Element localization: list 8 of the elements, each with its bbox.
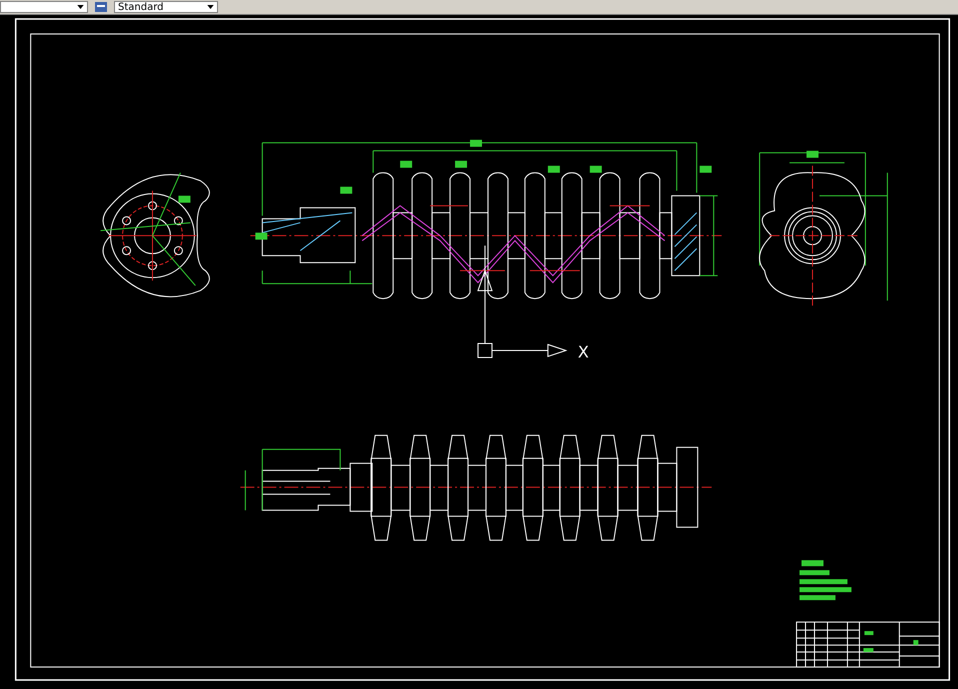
layer-dropdown[interactable] [0,1,88,13]
ucs-icon [477,245,568,358]
caret-icon [207,5,214,9]
technical-notes-drawing [800,560,852,600]
x-axis-label: X [578,342,589,362]
text-style-dropdown[interactable]: Standard [114,1,218,13]
caret-icon [77,5,84,9]
text-style-icon[interactable] [94,1,108,13]
